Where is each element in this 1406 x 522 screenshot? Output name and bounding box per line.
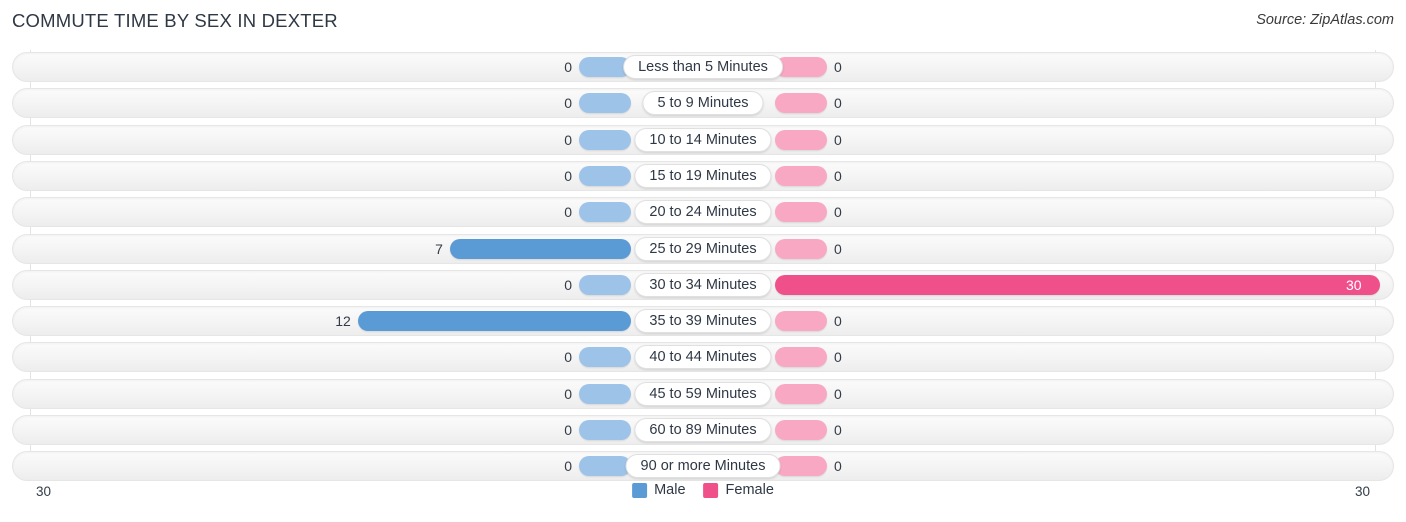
chart-header: COMMUTE TIME BY SEX IN DEXTER Source: Zi… [0, 0, 1406, 44]
bar-male[interactable] [579, 274, 631, 295]
chart-footer: 30 30 Male Female [0, 478, 1406, 522]
table-row[interactable]: 0 0 5 to 9 Minutes [12, 88, 1394, 119]
bar-male[interactable] [449, 238, 631, 259]
bar-male[interactable] [579, 383, 631, 404]
table-row[interactable]: 0 30 30 to 34 Minutes [12, 269, 1394, 300]
table-row[interactable]: 0 0 40 to 44 Minutes [12, 342, 1394, 373]
table-row[interactable]: 0 0 10 to 14 Minutes [12, 124, 1394, 155]
bar-female[interactable] [775, 456, 827, 477]
category-label[interactable]: 90 or more Minutes [625, 454, 781, 479]
bar-male[interactable] [579, 202, 631, 223]
value-label-male: 0 [564, 458, 572, 475]
axis-tick-right: 30 [1354, 484, 1370, 499]
value-label-male: 0 [564, 59, 572, 75]
table-row[interactable]: 0 0 45 to 59 Minutes [12, 378, 1394, 409]
bar-female[interactable] [775, 165, 827, 186]
table-row[interactable]: 0 0 90 or more Minutes [12, 451, 1394, 482]
value-label-female: 0 [834, 422, 842, 438]
bar-male[interactable] [579, 165, 631, 186]
page-title: COMMUTE TIME BY SEX IN DEXTER [12, 10, 338, 31]
value-label-male: 7 [435, 240, 443, 257]
value-label-female: 30 [1346, 276, 1362, 293]
bar-female[interactable] [775, 129, 827, 150]
value-label-female: 0 [834, 167, 842, 184]
value-label-female: 0 [834, 458, 842, 475]
bar-female[interactable] [775, 202, 827, 223]
table-row[interactable]: 0 0 15 to 19 Minutes [12, 160, 1394, 191]
bar-female[interactable] [775, 383, 827, 404]
value-label-female: 0 [834, 240, 842, 257]
category-label[interactable]: 40 to 44 Minutes [634, 345, 772, 370]
value-label-female: 0 [834, 204, 842, 221]
category-label[interactable]: 30 to 34 Minutes [634, 272, 772, 297]
legend-swatch-icon [703, 482, 719, 498]
table-row[interactable]: 0 0 20 to 24 Minutes [12, 197, 1394, 228]
value-label-female: 0 [834, 59, 842, 75]
source-attribution: Source: ZipAtlas.com [1256, 12, 1394, 28]
bar-male[interactable] [579, 93, 631, 114]
bar-female[interactable] [775, 238, 827, 259]
chart-legend: Male Female [632, 482, 774, 498]
axis-tick-left: 30 [36, 484, 52, 499]
legend-label: Male [654, 482, 686, 498]
bar-male[interactable] [579, 129, 631, 150]
value-label-male: 0 [564, 349, 572, 366]
bar-male[interactable] [579, 347, 631, 368]
value-label-female: 0 [834, 131, 842, 148]
value-label-male: 0 [564, 385, 572, 402]
legend-item-male[interactable]: Male [632, 482, 686, 498]
value-label-male: 0 [564, 95, 572, 112]
category-label[interactable]: 45 to 59 Minutes [634, 381, 772, 406]
bar-female[interactable] [775, 93, 827, 114]
value-label-male: 0 [564, 276, 572, 293]
plot-area: 0 0 Less than 5 Minutes 0 0 5 to 9 Minutes 0 0 1… [0, 44, 1406, 482]
category-label[interactable]: 15 to 19 Minutes [634, 163, 772, 188]
bar-male[interactable] [579, 420, 631, 440]
table-row[interactable]: 0 0 60 to 89 Minutes [12, 415, 1394, 445]
category-label[interactable]: 20 to 24 Minutes [634, 200, 772, 225]
category-label[interactable]: 5 to 9 Minutes [642, 91, 764, 116]
value-label-male: 12 [335, 313, 351, 330]
chart-container: COMMUTE TIME BY SEX IN DEXTER Source: Zi… [0, 0, 1406, 522]
bar-male[interactable] [357, 311, 631, 332]
table-row[interactable]: 12 0 35 to 39 Minutes [12, 306, 1394, 337]
value-label-male: 0 [564, 131, 572, 148]
table-row[interactable]: 0 0 Less than 5 Minutes [12, 52, 1394, 82]
category-label[interactable]: 25 to 29 Minutes [634, 236, 772, 261]
value-label-male: 0 [564, 167, 572, 184]
legend-item-female[interactable]: Female [703, 482, 774, 498]
value-label-female: 0 [834, 349, 842, 366]
bar-female[interactable] [775, 274, 1380, 295]
bar-female[interactable] [775, 347, 827, 368]
value-label-male: 0 [564, 204, 572, 221]
category-label[interactable]: 10 to 14 Minutes [634, 127, 772, 152]
category-label[interactable]: Less than 5 Minutes [623, 55, 783, 79]
bar-rows: 0 0 Less than 5 Minutes 0 0 5 to 9 Minutes 0 0 1… [0, 44, 1406, 482]
legend-swatch-icon [632, 482, 648, 498]
bar-male[interactable] [579, 456, 631, 477]
bar-female[interactable] [775, 311, 827, 332]
value-label-female: 0 [834, 385, 842, 402]
legend-label: Female [725, 482, 774, 498]
category-label[interactable]: 35 to 39 Minutes [634, 309, 772, 334]
category-label[interactable]: 60 to 89 Minutes [634, 418, 772, 442]
value-label-male: 0 [564, 422, 572, 438]
bar-female[interactable] [775, 420, 827, 440]
table-row[interactable]: 7 0 25 to 29 Minutes [12, 233, 1394, 264]
value-label-female: 0 [834, 313, 842, 330]
value-label-female: 0 [834, 95, 842, 112]
